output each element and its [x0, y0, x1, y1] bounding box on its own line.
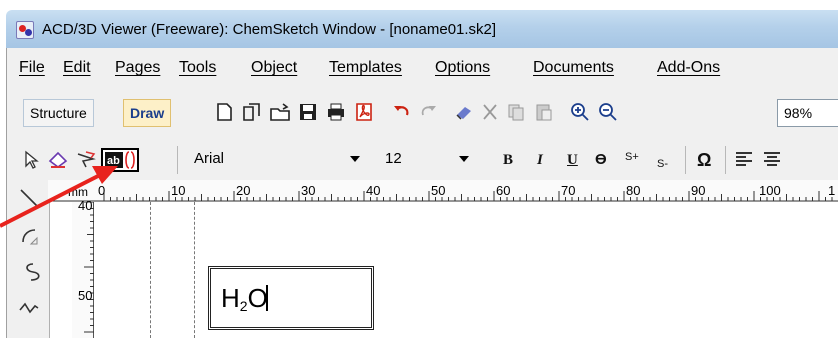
svg-text:ab: ab [107, 155, 120, 167]
ruler-tick-label: 70 [561, 183, 576, 198]
rotate-select-icon[interactable] [47, 149, 69, 171]
menu-pages[interactable]: Pages [115, 59, 160, 77]
save-icon[interactable] [297, 101, 319, 123]
ruler-tick-label: 0 [98, 183, 106, 198]
main-toolbar: Structure Draw 98% [6, 88, 838, 140]
undo-icon[interactable] [391, 101, 413, 123]
chevron-down-icon [350, 156, 360, 162]
vertical-ruler: 40 50 [72, 198, 94, 338]
pdf-icon[interactable] [353, 101, 375, 123]
open-folder-icon[interactable] [269, 101, 291, 123]
font-size-value: 12 [385, 150, 402, 167]
menu-file[interactable]: File [19, 59, 45, 77]
subscript-button[interactable]: S- [657, 151, 668, 177]
new-pages-icon[interactable] [241, 101, 263, 123]
chevron-down-icon [459, 156, 469, 162]
formula-subscript: 2 [239, 298, 248, 314]
page-margin-guide [150, 202, 151, 338]
ruler-tick-label: 10 [171, 183, 186, 198]
strikeout-button[interactable]: Ө [595, 147, 607, 173]
text-toolbar: ab Arial 12 B I U Ө S+ S- Ω [6, 140, 838, 180]
line-tool-icon[interactable] [17, 186, 41, 210]
title-bar[interactable]: ACD/3D Viewer (Freeware): ChemSketch Win… [6, 10, 838, 48]
ruler-tick-label: 90 [691, 183, 706, 198]
menu-add-ons[interactable]: Add-Ons [657, 59, 720, 77]
ruler-tick-label: 1 [828, 183, 836, 198]
menu-options[interactable]: Options [435, 59, 490, 77]
align-left-icon[interactable] [733, 149, 755, 171]
eraser-icon[interactable] [453, 101, 475, 123]
select-arrow-icon[interactable] [21, 149, 43, 171]
formula-text[interactable]: H2O [221, 283, 268, 314]
menu-tools[interactable]: Tools [179, 59, 216, 77]
vruler-tick-label: 40 [78, 198, 93, 213]
redo-icon[interactable] [417, 101, 439, 123]
font-family-dropdown[interactable]: Arial [188, 147, 366, 173]
drawing-tools-panel [6, 180, 50, 338]
zigzag-tool-icon[interactable] [17, 296, 41, 320]
formula-h: H [221, 283, 240, 313]
symbol-button[interactable]: Ω [697, 147, 711, 173]
curve-tool-icon[interactable] [17, 260, 41, 284]
drawing-canvas[interactable]: H2O [94, 202, 838, 338]
zoom-level-field[interactable]: 98% [777, 99, 838, 127]
vertical-ruler-ticks [84, 202, 94, 333]
font-size-dropdown[interactable]: 12 [379, 147, 475, 173]
menu-bar: File Edit Pages Tools Object Templates O… [6, 48, 838, 88]
draw-mode-button[interactable]: Draw [123, 99, 172, 127]
menu-edit[interactable]: Edit [63, 59, 91, 77]
ruler-tick-label: 30 [301, 183, 316, 198]
superscript-button[interactable]: S+ [625, 144, 639, 170]
menu-templates[interactable]: Templates [329, 59, 402, 77]
ruler-tick-label: 100 [759, 183, 781, 198]
chemsketch-window: ACD/3D Viewer (Freeware): ChemSketch Win… [0, 0, 838, 338]
cut-icon[interactable] [479, 101, 501, 123]
new-page-icon[interactable] [213, 101, 235, 123]
copy-icon[interactable] [505, 101, 527, 123]
ruler-unit-label: mm [68, 185, 88, 199]
paste-icon[interactable] [533, 101, 555, 123]
window-title: ACD/3D Viewer (Freeware): ChemSketch Win… [42, 21, 497, 38]
horizontal-ruler: 0 10 20 30 40 50 60 70 80 90 100 1 [48, 180, 838, 202]
page-margin-guide [194, 202, 195, 338]
menu-object[interactable]: Object [251, 59, 297, 77]
italic-button[interactable]: I [537, 147, 543, 173]
arc-tool-icon[interactable] [17, 224, 41, 248]
ruler-tick-label: 50 [431, 183, 446, 198]
font-family-value: Arial [194, 150, 225, 167]
formula-o: O [247, 283, 268, 313]
ruler-tick-label: 20 [236, 183, 251, 198]
text-object-box[interactable]: H2O [208, 266, 374, 330]
zoom-out-icon[interactable] [597, 101, 619, 123]
vruler-tick-label: 50 [78, 288, 93, 303]
underline-button[interactable]: U [567, 147, 578, 173]
text-cursor [265, 285, 268, 311]
text-tool-icon[interactable]: ab [101, 148, 139, 172]
ruler-tick-label: 80 [626, 183, 641, 198]
chemsketch-app-icon[interactable] [16, 21, 34, 39]
structure-mode-button[interactable]: Structure [23, 99, 94, 127]
bold-button[interactable]: B [503, 147, 513, 173]
menu-documents[interactable]: Documents [533, 59, 614, 77]
lasso-select-icon[interactable] [75, 149, 97, 171]
align-center-icon[interactable] [761, 149, 783, 171]
ruler-tick-label: 40 [366, 183, 381, 198]
zoom-in-icon[interactable] [569, 101, 591, 123]
print-icon[interactable] [325, 101, 347, 123]
ruler-tick-label: 60 [496, 183, 511, 198]
